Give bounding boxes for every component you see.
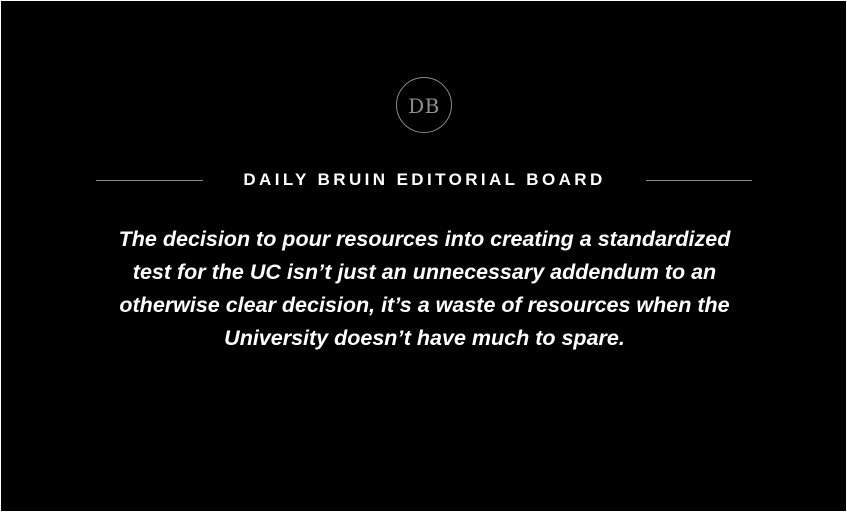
pull-quote: The decision to pour resources into crea…: [61, 223, 788, 355]
logo-monogram: DB: [408, 94, 440, 118]
pull-quote-line: test for the UC isn’t just an unnecessar…: [132, 260, 717, 284]
daily-bruin-logo: DB: [396, 77, 452, 133]
pull-quote-line: University doesn’t have much to spare.: [224, 326, 625, 350]
divider-left: [96, 180, 203, 181]
editorial-board-label: DAILY BRUIN EDITORIAL BOARD: [243, 170, 606, 189]
pull-quote-line: otherwise clear decision, it’s a waste o…: [119, 293, 730, 317]
pull-quote-line: The decision to pour resources into crea…: [118, 227, 731, 251]
editorial-quote-card: DB DAILY BRUIN EDITORIAL BOARD The decis…: [1, 1, 846, 511]
divider-right: [646, 180, 752, 181]
